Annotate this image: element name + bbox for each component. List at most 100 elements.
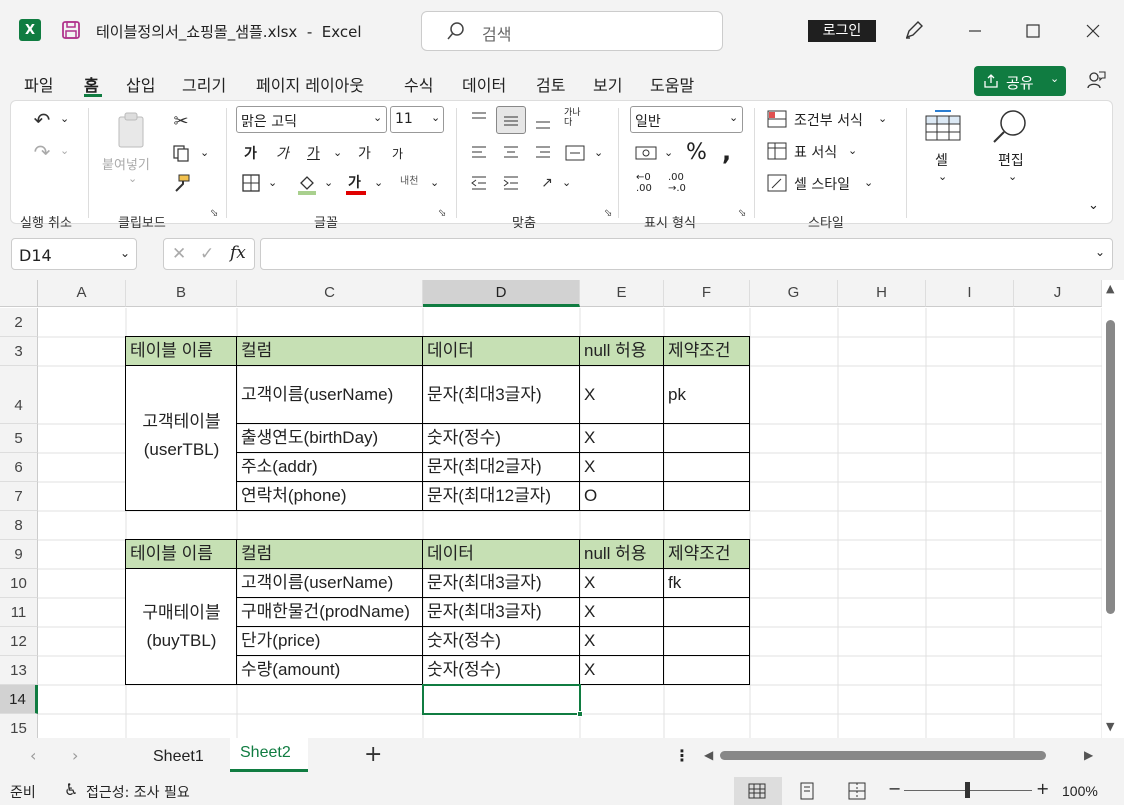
zoom-in-button[interactable]: + (1036, 779, 1049, 798)
font-name-select[interactable]: 맑은 고딕 ⌄ (236, 106, 387, 133)
paste-dropdown-icon[interactable]: ⌄ (128, 172, 137, 185)
phonetic-button[interactable]: 내천 (400, 172, 418, 187)
copy-dropdown-icon[interactable]: ⌄ (200, 146, 209, 159)
conditional-format-icon[interactable] (766, 108, 788, 130)
tab-draw[interactable]: 그리기 (182, 72, 226, 96)
normal-view-button[interactable] (734, 777, 782, 805)
close-icon[interactable] (1082, 20, 1104, 42)
orientation-icon[interactable]: ↗ (536, 172, 558, 194)
merge-dropdown-icon[interactable]: ⌄ (594, 146, 603, 159)
pen-icon[interactable] (902, 18, 926, 42)
font-color-button[interactable]: 가 (346, 172, 366, 196)
copy-icon[interactable] (170, 142, 192, 164)
next-sheet-icon[interactable]: › (72, 746, 78, 765)
cell-style-icon[interactable] (766, 172, 788, 194)
fill-color-icon[interactable] (296, 172, 318, 196)
underline-dropdown-icon[interactable]: ⌄ (333, 146, 342, 159)
sheet-tab[interactable]: Sheet1 (153, 748, 204, 766)
decrease-decimal-icon[interactable]: .00 →.0 (668, 172, 686, 194)
ribbon-collapse-icon[interactable]: ⌄ (1088, 198, 1099, 213)
merge-center-icon[interactable] (564, 142, 586, 164)
page-break-view-icon[interactable] (846, 780, 868, 802)
comments-icon[interactable] (1084, 68, 1108, 92)
zoom-out-button[interactable]: − (888, 779, 901, 798)
align-top-icon[interactable] (468, 108, 490, 130)
italic-button[interactable]: 가 (276, 143, 289, 163)
confirm-icon[interactable]: ✓ (200, 244, 214, 264)
prev-sheet-icon[interactable]: ‹ (30, 746, 36, 765)
format-table-label[interactable]: 표 서식 (794, 142, 837, 162)
accessibility-status[interactable]: 접근성: 조사 필요 (86, 782, 190, 802)
accounting-icon[interactable] (634, 142, 658, 164)
align-launcher-icon[interactable]: ⬂ (604, 208, 612, 219)
more-options-icon[interactable]: ⋮ (674, 746, 690, 765)
align-bottom-icon[interactable] (532, 110, 554, 132)
font-color-dropdown-icon[interactable]: ⌄ (374, 176, 383, 189)
border-dropdown-icon[interactable]: ⌄ (268, 176, 277, 189)
share-button[interactable]: 공유 ⌄ (974, 66, 1066, 96)
horizontal-scroll-thumb[interactable] (720, 751, 1046, 760)
minimize-icon[interactable] (964, 20, 986, 42)
zoom-slider-thumb[interactable] (965, 782, 970, 798)
add-sheet-button[interactable]: + (364, 742, 382, 767)
chevron-down-icon[interactable]: ⌄ (1095, 245, 1105, 259)
cells-icon[interactable] (924, 108, 962, 144)
name-box[interactable]: D14 ⌄ (11, 238, 137, 270)
tab-page-layout[interactable]: 페이지 레이아웃 (256, 72, 364, 96)
scroll-left-icon[interactable]: ◀ (704, 748, 713, 762)
cells-label[interactable]: 셀 (935, 150, 948, 170)
find-icon[interactable] (990, 106, 1030, 146)
wrap-text-button[interactable]: 가나다 (564, 108, 586, 128)
border-icon[interactable] (240, 172, 262, 194)
comma-icon[interactable]: , (722, 138, 731, 166)
format-painter-icon[interactable] (170, 172, 192, 194)
font-launcher-icon[interactable]: ⬂ (438, 208, 446, 219)
edit-label[interactable]: 편집 (998, 150, 1024, 170)
scroll-up-icon[interactable]: ▲ (1106, 282, 1114, 295)
cut-icon[interactable]: ✂ (170, 110, 192, 132)
decrease-indent-icon[interactable] (468, 172, 490, 194)
font-size-select[interactable]: 11 ⌄ (390, 106, 444, 133)
conditional-format-label[interactable]: 조건부 서식 (794, 110, 863, 130)
login-button[interactable]: 로그인 (808, 20, 876, 42)
tab-review[interactable]: 검토 (536, 72, 565, 96)
increase-decimal-icon[interactable]: ←0.00 (636, 172, 652, 194)
increase-indent-icon[interactable] (500, 172, 522, 194)
tab-insert[interactable]: 삽입 (126, 72, 155, 96)
active-cell-d14[interactable] (422, 684, 581, 715)
shrink-font-button[interactable]: 가 (392, 145, 403, 162)
fill-handle[interactable] (577, 711, 583, 717)
align-center-icon[interactable] (500, 142, 522, 164)
tab-help[interactable]: 도움말 (650, 72, 694, 96)
column-header[interactable]: J (1014, 280, 1102, 307)
insert-function-icon[interactable]: fx (230, 243, 246, 263)
clipboard-launcher-icon[interactable]: ⬂ (210, 208, 218, 219)
worksheet-grid[interactable]: A B C D E F G H I J 2 3 4 5 6 7 8 9 10 1… (0, 280, 1124, 738)
search-box[interactable]: 검색 (421, 11, 723, 51)
tab-home[interactable]: 홈 (84, 72, 99, 96)
zoom-level[interactable]: 100% (1062, 783, 1098, 799)
undo-icon[interactable]: ↶ (30, 108, 54, 132)
align-right-icon[interactable] (532, 142, 554, 164)
accounting-dropdown-icon[interactable]: ⌄ (664, 146, 673, 159)
phonetic-dropdown-icon[interactable]: ⌄ (430, 176, 439, 189)
sheet-tab-active[interactable]: Sheet2 (230, 738, 308, 772)
tab-file[interactable]: 파일 (24, 72, 53, 96)
cancel-icon[interactable]: ✕ (172, 244, 186, 264)
tab-data[interactable]: 데이터 (462, 72, 506, 96)
maximize-icon[interactable] (1022, 20, 1044, 42)
format-table-icon[interactable] (766, 140, 788, 162)
accessibility-icon[interactable]: ♿ (64, 780, 78, 799)
paste-label[interactable]: 붙여넣기 (102, 154, 150, 173)
number-format-select[interactable]: 일반 ⌄ (630, 106, 743, 133)
align-middle-icon[interactable] (496, 106, 526, 134)
align-left-icon[interactable] (468, 142, 490, 164)
scroll-down-icon[interactable]: ▼ (1106, 720, 1114, 733)
grow-font-button[interactable]: 가 (358, 143, 371, 163)
redo-dropdown-icon[interactable]: ⌄ (60, 144, 69, 157)
tab-view[interactable]: 보기 (593, 72, 622, 96)
vertical-scrollbar[interactable]: ▲ ▼ (1102, 280, 1124, 738)
fill-dropdown-icon[interactable]: ⌄ (324, 176, 333, 189)
cell-style-label[interactable]: 셀 스타일 (794, 174, 850, 194)
orientation-dropdown-icon[interactable]: ⌄ (562, 176, 571, 189)
